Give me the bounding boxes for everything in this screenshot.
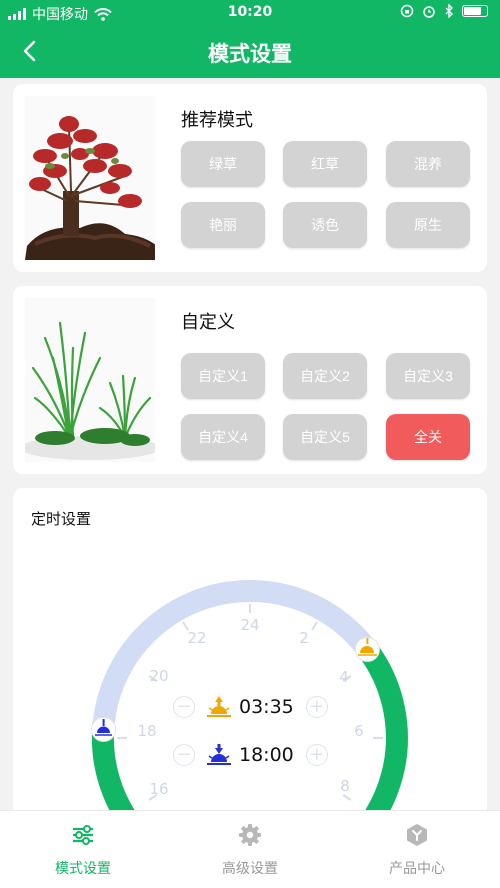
- dial-label-24: 24: [240, 616, 259, 634]
- mode-button-red-grass[interactable]: 红草: [283, 141, 367, 187]
- mode-button-green-grass[interactable]: 绿草: [181, 141, 265, 187]
- timer-card: 定时设置 24 2 4 6 8 16 18 20 22 − 03:35 + − …: [13, 488, 487, 818]
- tab-advanced-settings[interactable]: 高级设置: [167, 811, 333, 888]
- sunrise-time: 03:35: [239, 696, 294, 718]
- dial-label-18: 18: [137, 722, 156, 740]
- sunset-time: 18:00: [239, 744, 294, 766]
- sunrise-row: − 03:35 +: [173, 692, 328, 722]
- dial-label-2: 2: [299, 629, 309, 647]
- sunset-handle[interactable]: [91, 717, 117, 742]
- custom-button-5[interactable]: 自定义5: [283, 414, 367, 460]
- nav-bar: 模式设置: [0, 26, 500, 78]
- custom-mode-card: 自定义 自定义1 自定义2 自定义3 自定义4 自定义5 全关: [13, 286, 487, 474]
- sunrise-icon: [207, 696, 231, 717]
- sunrise-handle[interactable]: [354, 637, 380, 662]
- sunrise-minus-button[interactable]: −: [173, 696, 195, 718]
- page-title: 模式设置: [208, 42, 292, 66]
- mode-button-native[interactable]: 原生: [386, 202, 470, 248]
- dial-label-22: 22: [187, 629, 206, 647]
- status-bar: 中国移动 10:20: [0, 0, 500, 26]
- sunset-plus-button[interactable]: +: [305, 744, 328, 766]
- dial-label-6: 6: [354, 722, 364, 740]
- recommended-title: 推荐模式: [181, 110, 253, 131]
- recommended-mode-card: 推荐模式 绿草 红草 混养 艳丽 诱色 原生: [13, 84, 487, 272]
- custom-button-2[interactable]: 自定义2: [283, 353, 367, 399]
- tab-product-center[interactable]: 产品中心: [334, 811, 500, 888]
- custom-title: 自定义: [181, 312, 235, 333]
- status-right: [400, 4, 488, 18]
- dial-label-8: 8: [340, 777, 350, 795]
- mode-button-mixed[interactable]: 混养: [386, 141, 470, 187]
- custom-button-3[interactable]: 自定义3: [386, 353, 470, 399]
- all-off-button[interactable]: 全关: [386, 414, 470, 460]
- tab-label: 高级设置: [222, 861, 278, 877]
- battery-icon: [462, 5, 488, 17]
- gear-icon: [239, 824, 261, 846]
- dial-label-20: 20: [149, 667, 168, 685]
- sunset-minus-button[interactable]: −: [173, 744, 195, 766]
- lock-rotation-icon: [400, 4, 414, 18]
- mode-button-vivid[interactable]: 艳丽: [181, 202, 265, 248]
- hexagon-icon: [407, 824, 427, 846]
- custom-button-1[interactable]: 自定义1: [181, 353, 265, 399]
- tab-label: 产品中心: [389, 861, 445, 877]
- dial-label-16: 16: [149, 780, 168, 798]
- red-plant-image: [25, 96, 155, 260]
- mode-button-enticing[interactable]: 诱色: [283, 202, 367, 248]
- alarm-icon: [423, 6, 435, 18]
- bluetooth-icon: [445, 4, 453, 18]
- sliders-icon: [73, 825, 93, 845]
- green-plant-image: [25, 298, 155, 462]
- custom-button-4[interactable]: 自定义4: [181, 414, 265, 460]
- tab-label: 模式设置: [55, 861, 111, 877]
- sunrise-plus-button[interactable]: +: [305, 696, 328, 718]
- sunset-icon: [207, 744, 231, 765]
- tab-mode-settings[interactable]: 模式设置: [0, 811, 166, 888]
- sunset-row: − 18:00 +: [173, 740, 328, 770]
- dial-label-4: 4: [339, 668, 349, 686]
- bottom-tab-bar: 模式设置 高级设置 产品中心: [0, 810, 500, 888]
